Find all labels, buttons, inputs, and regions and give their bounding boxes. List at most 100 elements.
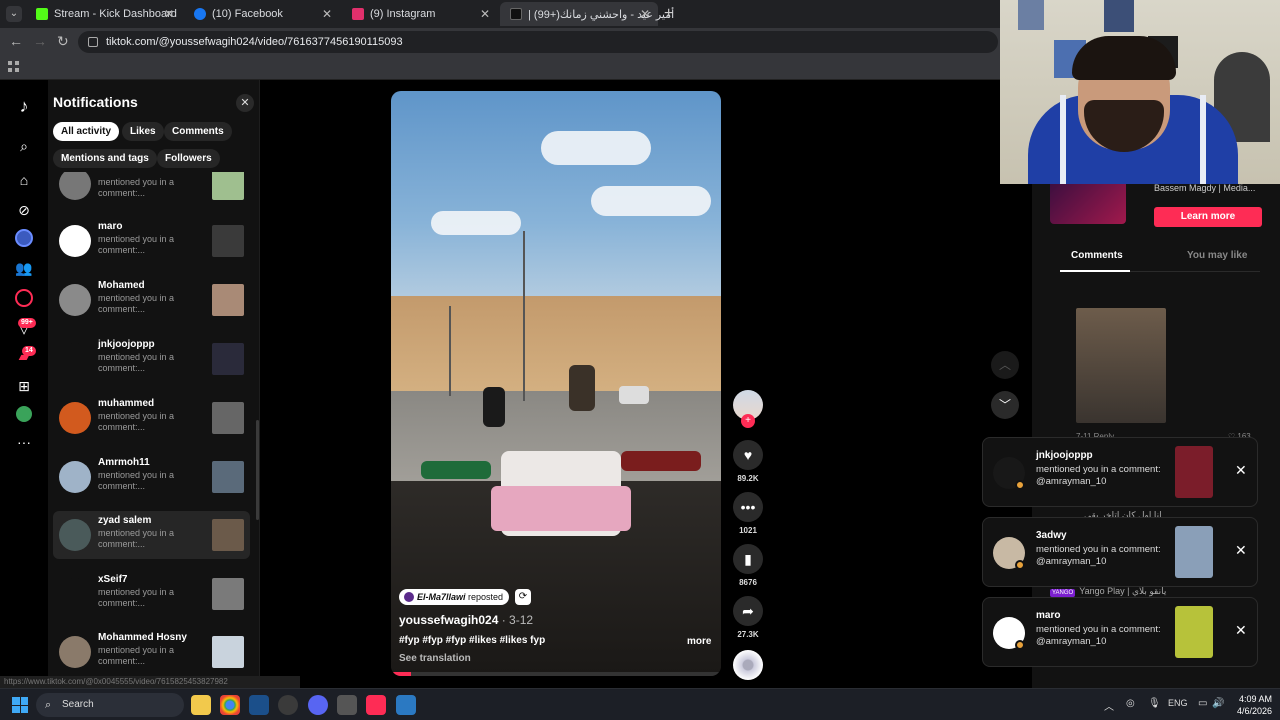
- repost-label[interactable]: El-Ma7llawi reposted: [399, 589, 510, 605]
- mention-toast[interactable]: maro mentioned you in a comment: @amraym…: [982, 597, 1258, 667]
- reload-icon[interactable]: ↻: [57, 33, 69, 50]
- close-tab-icon[interactable]: ✕: [640, 7, 650, 21]
- music-disc-icon[interactable]: [733, 650, 763, 680]
- car: [619, 386, 649, 404]
- search-icon[interactable]: ⌕: [14, 136, 34, 156]
- windows-start-icon[interactable]: [12, 697, 28, 713]
- tiktok-app-icon[interactable]: [366, 695, 386, 715]
- video-thumbnail[interactable]: [1175, 446, 1213, 498]
- post-date: · 3-12: [501, 613, 534, 627]
- taskbar-search[interactable]: ⌕ Search: [36, 693, 184, 717]
- list-item[interactable]: xSeif7 mentioned you in a comment:...: [53, 570, 250, 618]
- notifications-scrollbar[interactable]: [256, 420, 259, 520]
- list-item[interactable]: Mohamed mentioned you in a comment:...: [53, 276, 250, 324]
- ad-thumbnail[interactable]: [1050, 180, 1126, 224]
- video-thumbnail[interactable]: [1175, 526, 1213, 578]
- close-icon[interactable]: ✕: [1235, 542, 1247, 559]
- close-tab-icon[interactable]: ✕: [164, 7, 174, 21]
- tab-you-may-like[interactable]: You may like: [1187, 250, 1247, 261]
- repost-icon[interactable]: ⟳: [515, 589, 531, 605]
- save-button[interactable]: ▮ 8676: [733, 544, 763, 587]
- live-icon[interactable]: [14, 288, 34, 308]
- more-icon[interactable]: ···: [14, 432, 34, 452]
- filter-comments[interactable]: Comments: [164, 122, 232, 141]
- list-item[interactable]: mentioned you in a comment:...: [53, 172, 250, 208]
- tab-instagram[interactable]: (9) Instagram ✕: [342, 2, 498, 26]
- taskbar-clock[interactable]: 4:09 AM 4/6/2026: [1226, 693, 1272, 717]
- upload-icon[interactable]: ⊞: [14, 376, 34, 396]
- app-icon[interactable]: [337, 695, 357, 715]
- video-thumbnail[interactable]: [212, 636, 244, 668]
- mention-toast[interactable]: jnkjoojoppp mentioned you in a comment: …: [982, 437, 1258, 507]
- video-thumbnail[interactable]: [212, 284, 244, 316]
- microphone-icon[interactable]: 🎙: [1148, 698, 1161, 709]
- close-tab-icon[interactable]: ✕: [480, 7, 490, 21]
- see-translation-link[interactable]: See translation: [399, 653, 471, 664]
- more-link[interactable]: more: [687, 636, 711, 647]
- filter-likes[interactable]: Likes: [122, 122, 164, 141]
- tab-tiktok[interactable]: أمير عيد - واحشني زمانك(+99) | ✕: [500, 2, 674, 26]
- video-thumbnail[interactable]: [1175, 606, 1213, 658]
- address-bar[interactable]: tiktok.com/@youssefwagih024/video/761637…: [78, 31, 998, 53]
- tiktok-icon: [510, 8, 522, 20]
- live-avatar-icon[interactable]: [14, 228, 34, 248]
- apps-grid-icon[interactable]: [8, 61, 20, 73]
- app-icon[interactable]: [396, 695, 416, 715]
- tab-search-button[interactable]: ⌄: [6, 6, 22, 22]
- forward-icon[interactable]: →: [33, 33, 47, 49]
- video-thumbnail[interactable]: [212, 225, 244, 257]
- close-icon[interactable]: ✕: [1235, 622, 1247, 639]
- video-thumbnail[interactable]: [212, 402, 244, 434]
- clock-time: 4:09 AM: [1238, 694, 1272, 704]
- explore-icon[interactable]: ⊘: [14, 200, 34, 220]
- video-author[interactable]: youssefwagih024 · 3-12: [399, 613, 533, 627]
- like-button[interactable]: ♥ 89.2K: [733, 440, 763, 483]
- list-item[interactable]: jnkjoojoppp mentioned you in a comment:.…: [53, 335, 250, 383]
- filter-mentions-and-tags[interactable]: Mentions and tags: [53, 149, 157, 168]
- tab-comments[interactable]: Comments: [1071, 250, 1123, 261]
- tiktok-logo-icon[interactable]: ♪: [14, 96, 34, 116]
- close-tab-icon[interactable]: ✕: [322, 7, 332, 21]
- video-thumbnail[interactable]: [212, 172, 244, 200]
- previous-video-button[interactable]: ︿: [991, 351, 1019, 379]
- tab-facebook[interactable]: (10) Facebook ✕: [184, 2, 340, 26]
- back-icon[interactable]: ←: [9, 33, 23, 49]
- list-item[interactable]: zyad salem mentioned you in a comment:..…: [53, 511, 250, 559]
- list-item[interactable]: muhammed mentioned you in a comment:...: [53, 394, 250, 442]
- close-icon[interactable]: ✕: [236, 94, 254, 112]
- follow-plus-icon[interactable]: +: [741, 414, 755, 428]
- list-item[interactable]: maro mentioned you in a comment:...: [53, 217, 250, 265]
- share-button[interactable]: ➦ 27.3K: [733, 596, 763, 639]
- following-icon[interactable]: 👥: [14, 258, 34, 278]
- list-item[interactable]: Mohammed Hosny mentioned you in a commen…: [53, 628, 250, 676]
- app-icon[interactable]: [278, 695, 298, 715]
- filter-all-activity[interactable]: All activity: [53, 122, 120, 141]
- tray-app-icon[interactable]: ◎: [1126, 698, 1135, 709]
- chrome-icon[interactable]: [220, 695, 240, 715]
- close-icon[interactable]: ✕: [1235, 462, 1247, 479]
- mention-toast[interactable]: 3adwy mentioned you in a comment: @amray…: [982, 517, 1258, 587]
- home-icon[interactable]: ⌂: [14, 170, 34, 190]
- learn-more-button[interactable]: Learn more: [1154, 207, 1262, 227]
- list-item[interactable]: Amrmoh11 mentioned you in a comment:...: [53, 453, 250, 501]
- network-icon[interactable]: ▭: [1198, 698, 1207, 709]
- volume-icon[interactable]: 🔊: [1212, 698, 1224, 709]
- tab-kick[interactable]: Stream - Kick Dashboard ✕: [26, 2, 182, 26]
- site-info-icon[interactable]: [88, 37, 98, 47]
- video-thumbnail[interactable]: [212, 578, 244, 610]
- new-tab-button[interactable]: +: [664, 5, 673, 23]
- video-progress-bar[interactable]: [391, 672, 721, 676]
- file-explorer-icon[interactable]: [191, 695, 211, 715]
- profile-avatar-icon[interactable]: [14, 404, 34, 424]
- video-thumbnail[interactable]: [212, 343, 244, 375]
- video-thumbnail[interactable]: [212, 461, 244, 493]
- app-icon[interactable]: [249, 695, 269, 715]
- filter-followers[interactable]: Followers: [157, 149, 220, 168]
- comment-image[interactable]: [1076, 308, 1166, 423]
- video-thumbnail[interactable]: [212, 519, 244, 551]
- language-indicator[interactable]: ENG: [1168, 698, 1188, 708]
- next-video-button[interactable]: ﹀: [991, 391, 1019, 419]
- tray-chevron-icon[interactable]: ︿: [1104, 698, 1114, 713]
- discord-icon[interactable]: [308, 695, 328, 715]
- comment-button[interactable]: ••• 1021: [733, 492, 763, 535]
